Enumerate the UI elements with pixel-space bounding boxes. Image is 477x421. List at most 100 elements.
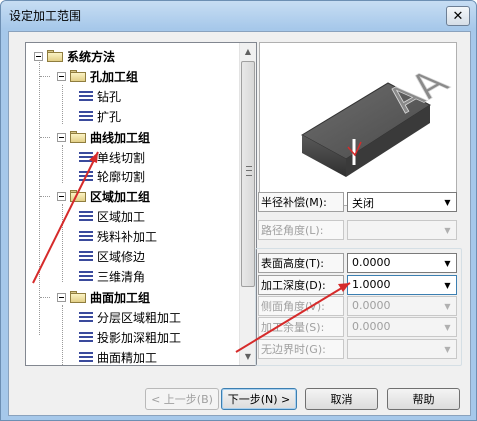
chevron-down-icon: ▼ [444, 225, 451, 235]
tree-line [62, 145, 63, 183]
tree-node-item[interactable]: 曲面精加工 [77, 348, 158, 365]
chevron-down-icon[interactable]: ▼ [439, 276, 456, 294]
tree-node-label: 区域加工 [97, 209, 146, 224]
tree-expander-icon[interactable] [34, 51, 43, 61]
tree-node-label: 单线切割 [97, 150, 146, 165]
close-button[interactable]: ✕ [446, 6, 470, 26]
tree-node-label: 曲面加工组 [90, 290, 151, 305]
tree-node-group[interactable]: 曲面加工组 [57, 288, 150, 306]
tree-node-label: 分层区域粗加工 [97, 310, 182, 325]
tree-expander-icon[interactable] [57, 292, 66, 302]
tree-node-group[interactable]: 曲线加工组 [57, 128, 150, 146]
tree-node-item[interactable]: 单线切割 [77, 148, 145, 166]
operation-icon [79, 271, 93, 281]
surface-height-value: 0.0000 [352, 256, 391, 269]
tree-node-item[interactable]: 区域修边 [77, 247, 145, 265]
tree-node-label: 扩孔 [97, 109, 122, 124]
radius-comp-label: 半径补偿(M): [258, 192, 344, 212]
machining-depth-label: 加工深度(D): [258, 275, 344, 295]
no-boundary-select: ▼ [347, 339, 457, 359]
operation-icon [79, 111, 93, 121]
method-tree[interactable]: 系统方法 孔加工组 钻孔 扩孔 曲线加工组 单线切割 轮廓切割 区域加工组 区域… [25, 42, 257, 366]
operation-icon [79, 312, 93, 322]
path-angle-label: 路径角度(L): [258, 220, 344, 240]
radius-comp-select[interactable]: 关闭 ▼ [347, 192, 457, 212]
operation-icon [79, 231, 93, 241]
tree-node-label: 残料补加工 [97, 229, 158, 244]
scroll-up-icon[interactable]: ▲ [240, 43, 256, 60]
tree-node-group[interactable]: 孔加工组 [57, 67, 138, 85]
tree-line [62, 85, 63, 124]
tree-line [62, 305, 63, 365]
tree-node-item[interactable]: 分层区域粗加工 [77, 308, 181, 326]
tree-expander-icon[interactable] [57, 132, 66, 142]
tree-node-item[interactable]: 钻孔 [77, 87, 121, 105]
folder-icon [47, 50, 63, 62]
tree-line [40, 196, 50, 197]
path-angle-select: ▼ [347, 220, 457, 240]
operation-icon [79, 171, 93, 181]
folder-icon [70, 291, 86, 303]
tree-line [40, 297, 50, 298]
title-bar[interactable]: 设定加工范围 ✕ [1, 1, 476, 29]
tree-node-label: 钻孔 [97, 89, 122, 104]
tree-line [62, 204, 63, 282]
tree-scrollbar[interactable]: ▲ ▼ [239, 43, 256, 365]
tree-expander-icon[interactable] [57, 71, 66, 81]
operation-icon [79, 251, 93, 261]
radius-comp-value: 关闭 [352, 197, 374, 210]
chevron-down-icon: ▼ [444, 322, 451, 332]
tree-node-label: 孔加工组 [90, 69, 139, 84]
tree-node-label: 轮廓切割 [97, 169, 146, 184]
tree-node-item[interactable]: 轮廓切割 [77, 167, 145, 185]
dialog-window: 设定加工范围 ✕ 系统方法 孔加工组 钻孔 扩孔 曲线加工组 单线切割 轮廓切割… [0, 0, 477, 421]
chevron-down-icon: ▼ [444, 301, 451, 311]
help-button[interactable]: 帮助 [387, 388, 460, 410]
machining-allowance-label: 加工余量(S): [258, 317, 344, 337]
side-angle-select: 0.0000 ▼ [347, 296, 457, 316]
operation-icon [79, 152, 93, 162]
machining-depth-value[interactable]: 1.0000 [352, 278, 391, 291]
cancel-button[interactable]: 取消 [305, 388, 378, 410]
surface-height-label: 表面高度(T): [258, 253, 344, 273]
tree-node-label: 系统方法 [67, 49, 116, 64]
folder-icon [70, 131, 86, 143]
chevron-down-icon: ▼ [444, 344, 451, 354]
tree-node-item[interactable]: 残料补加工 [77, 227, 157, 245]
no-boundary-label: 无边界时(G): [258, 339, 344, 359]
tree-node-item[interactable]: 扩孔 [77, 107, 121, 125]
close-icon: ✕ [452, 8, 464, 24]
scroll-down-icon[interactable]: ▼ [240, 348, 256, 365]
preview-image: AA [259, 42, 457, 206]
window-title: 设定加工范围 [9, 9, 82, 23]
folder-icon [70, 190, 86, 202]
engraved-block-illustration: AA [300, 63, 456, 177]
tree-expander-icon[interactable] [57, 191, 66, 201]
side-angle-value: 0.0000 [352, 299, 391, 312]
tree-node-label: 曲线加工组 [90, 130, 151, 145]
tree-node-group[interactable]: 区域加工组 [57, 187, 150, 205]
grip-icon [246, 166, 252, 176]
tree-line [40, 137, 50, 138]
tree-node-label: 曲面精加工 [97, 350, 158, 365]
tree-line [39, 59, 40, 335]
tree-node-label: 区域加工组 [90, 189, 151, 204]
operation-icon [79, 332, 93, 342]
chevron-down-icon[interactable]: ▼ [439, 254, 456, 272]
folder-icon [70, 70, 86, 82]
tree-node-label: 投影加深粗加工 [97, 330, 182, 345]
scroll-thumb[interactable] [241, 61, 255, 287]
tree-node-item[interactable]: 区域加工 [77, 207, 145, 225]
next-button[interactable]: 下一步(N) > [221, 388, 297, 410]
machining-depth-select[interactable]: 1.0000 ▼ [347, 275, 457, 295]
machining-allowance-value: 0.0000 [352, 320, 391, 333]
dialog-client: 系统方法 孔加工组 钻孔 扩孔 曲线加工组 单线切割 轮廓切割 区域加工组 区域… [8, 31, 471, 416]
prev-button[interactable]: < 上一步(B) [145, 388, 219, 410]
surface-height-select[interactable]: 0.0000 ▼ [347, 253, 457, 273]
chevron-down-icon[interactable]: ▼ [439, 193, 456, 211]
tree-node-root[interactable]: 系统方法 [34, 47, 115, 65]
operation-icon [79, 91, 93, 101]
tree-node-item[interactable]: 投影加深粗加工 [77, 328, 181, 346]
side-angle-label: 侧面角度(V): [258, 296, 344, 316]
tree-node-item[interactable]: 三维清角 [77, 267, 145, 285]
